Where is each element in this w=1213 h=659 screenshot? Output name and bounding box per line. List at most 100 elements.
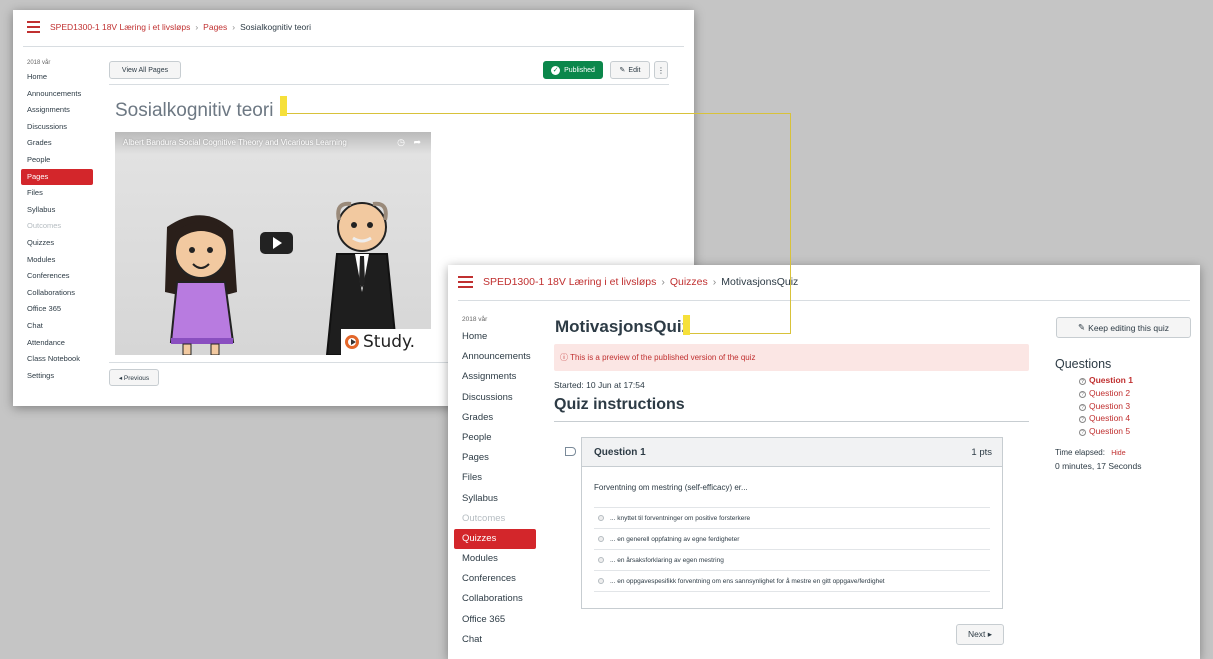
question-status-icon: ? [1079, 429, 1086, 437]
answer-text: ... en generell oppfatning av egne ferdi… [610, 535, 740, 543]
time-elapsed-value: 0 minutes, 17 Seconds [1055, 460, 1142, 471]
sidebar-item-grades[interactable]: Grades [21, 135, 93, 152]
sidebar-item-assignments[interactable]: Assignments [21, 102, 93, 119]
sidebar-item-announcements[interactable]: Announcements [21, 86, 93, 103]
sidebar-item-settings[interactable]: Settings [21, 368, 93, 385]
sidebar-item-people[interactable]: People [21, 152, 93, 169]
sidebar-item-outcomes: Outcomes [27, 221, 62, 231]
sidebar-item-syllabus[interactable]: Syllabus [21, 202, 93, 219]
sidebar-item-assignments[interactable]: Assignments [454, 367, 536, 387]
sidebar-item-office-365[interactable]: Office 365 [454, 610, 536, 630]
sidebar-item-files[interactable]: Files [454, 468, 536, 488]
divider [458, 300, 1190, 301]
course-nav: 2018 vår Home Announcements Assignments Dis… [21, 57, 93, 384]
previous-button[interactable]: ◂ Previous [109, 369, 159, 386]
course-nav: 2018 vår Home Announcements Assignments Dis… [454, 313, 536, 650]
sidebar-item-class-notebook[interactable]: Class Notebook [21, 351, 93, 368]
sidebar-item-home[interactable]: Home [454, 327, 536, 347]
breadcrumb-current: Sosialkognitiv teori [240, 22, 311, 32]
breadcrumb: SPED1300-1 18V Læring i et livsløps › Qu… [448, 265, 1200, 299]
question-link-3[interactable]: ? Question 3 [1055, 400, 1195, 413]
question-link-label: Question 4 [1089, 413, 1131, 424]
question-link-4[interactable]: ? Question 4 [1055, 412, 1195, 425]
question-label: Question 1 [594, 446, 646, 458]
started-timestamp: Started: 10 Jun at 17:54 [554, 380, 645, 390]
sidebar-item-discussions[interactable]: Discussions [454, 388, 536, 408]
breadcrumb-separator: › [232, 22, 236, 32]
answer-option[interactable]: ... en oppgavespesifikk forventning om e… [594, 570, 990, 591]
breadcrumb-pages-link[interactable]: Pages [203, 22, 227, 32]
connector-line [287, 113, 791, 114]
question-text: Forventning om mestring (self-efficacy) … [594, 483, 748, 492]
highlight-marker [280, 96, 287, 116]
keep-editing-button[interactable]: ✎ Keep editing this quiz [1056, 317, 1191, 338]
edit-label: Edit [628, 66, 641, 74]
answer-option[interactable]: ... en årsaksforklaring av egen mestring [594, 549, 990, 570]
sidebar-item-office-365[interactable]: Office 365 [21, 301, 93, 318]
connector-line [790, 113, 791, 334]
share-icon[interactable]: ➦ [413, 137, 421, 147]
video-player[interactable]: Albert Bandura Social Cognitive Theory a… [115, 132, 431, 355]
answer-text: ... knyttet til forventninger om positiv… [610, 514, 751, 522]
time-elapsed-label: Time elapsed: [1055, 447, 1105, 457]
sidebar-item-modules[interactable]: Modules [21, 252, 93, 269]
hide-timer-link[interactable]: Hide [1111, 450, 1125, 457]
answer-option[interactable]: ... en generell oppfatning av egne ferdi… [594, 528, 990, 549]
sidebar-item-attendance[interactable]: Attendance [21, 335, 93, 352]
next-button[interactable]: Next ▸ [956, 624, 1004, 645]
sidebar-item-discussions[interactable]: Discussions [21, 119, 93, 136]
radio-button[interactable] [598, 515, 604, 521]
breadcrumb-course-link[interactable]: SPED1300-1 18V Læring i et livsløps [483, 276, 656, 288]
sidebar-item-grades[interactable]: Grades [454, 408, 536, 428]
sidebar-item-home[interactable]: Home [21, 69, 93, 86]
breadcrumb-quizzes-link[interactable]: Quizzes [670, 276, 708, 288]
breadcrumb-course-link[interactable]: SPED1300-1 18V Læring i et livsløps [50, 22, 190, 32]
play-button[interactable] [260, 232, 293, 254]
clock-icon[interactable]: ◷ [397, 137, 405, 147]
sidebar-item-conferences[interactable]: Conferences [454, 569, 536, 589]
question-status-icon: ? [1079, 390, 1086, 398]
sidebar-item-announcements[interactable]: Announcements [454, 347, 536, 367]
hamburger-menu-icon[interactable] [458, 276, 473, 288]
sidebar-item-collaborations[interactable]: Collaborations [21, 285, 93, 302]
more-options-button[interactable]: ⋮ [654, 61, 668, 79]
published-label: Published [564, 66, 595, 74]
quiz-instructions-heading: Quiz instructions [554, 396, 685, 413]
sidebar-item-chat[interactable]: Chat [454, 630, 536, 650]
sidebar-item-files[interactable]: Files [21, 185, 93, 202]
sidebar-item-conferences[interactable]: Conferences [21, 268, 93, 285]
radio-button[interactable] [598, 557, 604, 563]
breadcrumb-current: MotivasjonsQuiz [721, 276, 799, 288]
question-link-2[interactable]: ? Question 2 [1055, 387, 1195, 400]
sidebar-item-quizzes[interactable]: Quizzes [21, 235, 93, 252]
question-link-label: Question 3 [1089, 400, 1131, 411]
edit-button[interactable]: ✎ Edit [610, 61, 650, 79]
sidebar-item-modules[interactable]: Modules [454, 549, 536, 569]
study-logo-icon [345, 335, 359, 349]
sidebar-item-syllabus[interactable]: Syllabus [454, 489, 536, 509]
hamburger-menu-icon[interactable] [27, 21, 40, 33]
question-link-1[interactable]: ? Question 1 [1055, 374, 1195, 387]
published-button[interactable]: ✓ Published [543, 61, 603, 79]
view-all-pages-button[interactable]: View All Pages [109, 61, 181, 79]
keep-editing-label: Keep editing this quiz [1088, 322, 1169, 333]
video-title[interactable]: Albert Bandura Social Cognitive Theory a… [123, 138, 347, 147]
question-link-5[interactable]: ? Question 5 [1055, 425, 1195, 438]
divider [109, 84, 669, 85]
sidebar-item-pages[interactable]: Pages [21, 168, 93, 186]
radio-button[interactable] [598, 536, 604, 542]
sidebar-item-chat[interactable]: Chat [21, 318, 93, 335]
sidebar-item-pages[interactable]: Pages [454, 448, 536, 468]
sidebar-item-quizzes[interactable]: Quizzes [454, 528, 536, 550]
check-circle-icon: ✓ [551, 65, 561, 75]
sidebar-item-collaborations[interactable]: Collaborations [454, 589, 536, 609]
sidebar-item-people[interactable]: People [454, 428, 536, 448]
radio-button[interactable] [598, 578, 604, 584]
question-link-label: Question 5 [1089, 426, 1131, 437]
quiz-title: MotivasjonsQuiz [555, 317, 691, 336]
highlight-marker [683, 315, 690, 335]
study-logo: Study. [341, 329, 431, 355]
questions-heading: Questions [1055, 357, 1112, 371]
answer-option[interactable]: ... knyttet til forventninger om positiv… [594, 507, 990, 528]
flag-question-icon[interactable] [565, 447, 576, 456]
